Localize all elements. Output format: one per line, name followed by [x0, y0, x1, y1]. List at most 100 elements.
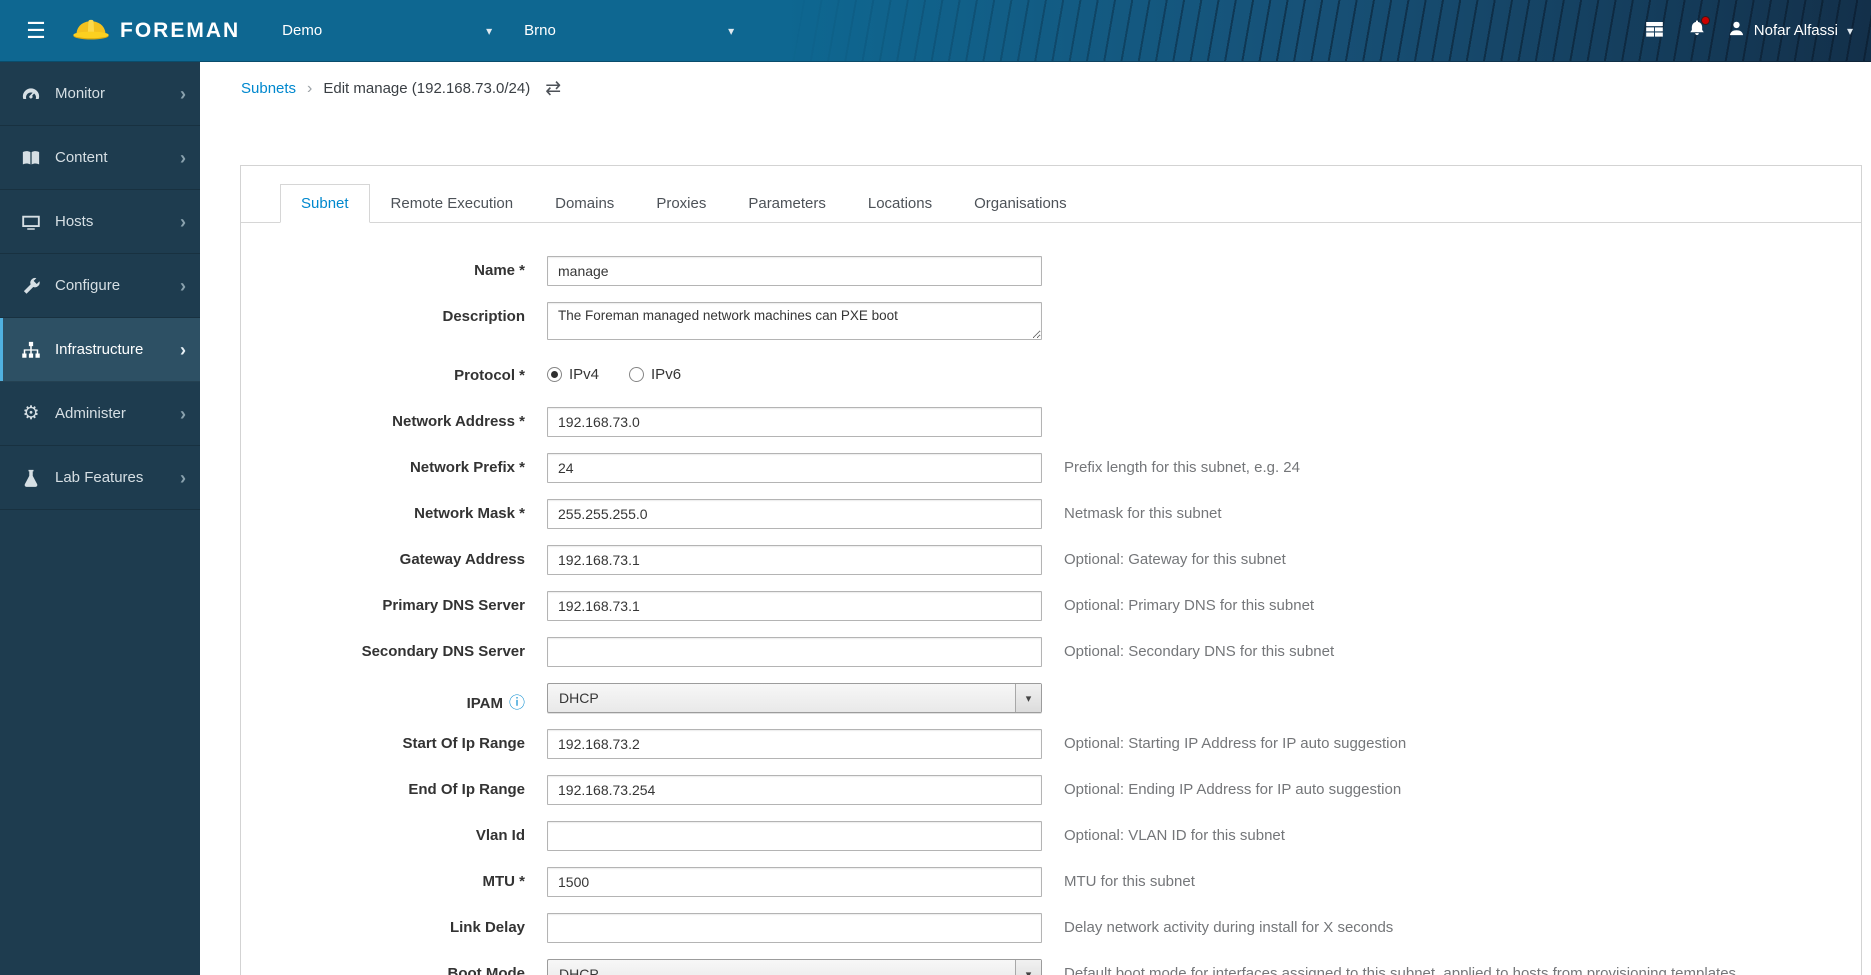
field-label: MTU *: [482, 873, 526, 890]
caret-down-icon: ▾: [1015, 684, 1041, 712]
sidebar-item-monitor[interactable]: Monitor ›: [0, 62, 200, 126]
form-row-link-delay: Link Delay Delay network activity during…: [241, 913, 1861, 943]
organization-switcher[interactable]: Demo ▾: [266, 0, 508, 62]
brand[interactable]: FOREMAN: [72, 15, 240, 47]
hamburger-icon: ☰: [26, 17, 46, 43]
breadcrumb-separator: ›: [307, 79, 313, 97]
sidebar-item-infrastructure[interactable]: Infrastructure ›: [0, 318, 200, 382]
mtu-input[interactable]: [547, 867, 1042, 897]
field-help: Delay network activity during install fo…: [1064, 919, 1394, 936]
primary-dns-input[interactable]: [547, 591, 1042, 621]
screen-icon: [18, 212, 44, 232]
field-label: Link Delay: [449, 919, 525, 936]
tab-remote-execution[interactable]: Remote Execution: [370, 184, 535, 223]
sidebar-item-content[interactable]: Content ›: [0, 126, 200, 190]
network-mask-input[interactable]: [547, 499, 1042, 529]
chevron-right-icon: ›: [180, 211, 186, 232]
field-label: End Of Ip Range: [408, 781, 525, 798]
user-menu[interactable]: Nofar Alfassi ▾: [1718, 0, 1871, 62]
tab-subnet[interactable]: Subnet: [280, 184, 370, 223]
secondary-dns-input[interactable]: [547, 637, 1042, 667]
field-help: Netmask for this subnet: [1064, 505, 1222, 522]
sidebar-item-hosts[interactable]: Hosts ›: [0, 190, 200, 254]
sidebar-item-lab-features[interactable]: Lab Features ›: [0, 446, 200, 510]
subnet-edit-panel: Subnet Remote Execution Domains Proxies …: [240, 165, 1862, 975]
breadcrumb-current-page: Edit manage (192.168.73.0/24): [323, 80, 531, 97]
foreman-hardhat-icon: [72, 15, 110, 47]
caret-down-icon: ▾: [728, 23, 735, 38]
form-row-gateway-address: Gateway Address Optional: Gateway for th…: [241, 545, 1861, 575]
field-label: Start Of Ip Range: [402, 735, 525, 752]
organization-label: Demo: [282, 22, 323, 39]
vlan-id-input[interactable]: [547, 821, 1042, 851]
form-row-start-ip-range: Start Of Ip Range Optional: Starting IP …: [241, 729, 1861, 759]
gear-icon: ⚙: [22, 403, 40, 424]
field-help: Optional: Primary DNS for this subnet: [1064, 597, 1315, 614]
sidebar-item-administer[interactable]: ⚙ Administer ›: [0, 382, 200, 446]
tab-locations[interactable]: Locations: [847, 184, 953, 223]
brand-name: FOREMAN: [120, 18, 241, 42]
name-input[interactable]: [547, 256, 1042, 286]
description-textarea[interactable]: The Foreman managed network machines can…: [547, 302, 1042, 340]
form-row-network-address: Network Address *: [241, 407, 1861, 437]
chevron-right-icon: ›: [180, 275, 186, 296]
field-label: Name *: [474, 262, 525, 279]
boot-mode-select[interactable]: DHCP ▾: [547, 959, 1042, 975]
form-row-vlan-id: Vlan Id Optional: VLAN ID for this subne…: [241, 821, 1861, 851]
notifications-button[interactable]: [1676, 0, 1718, 62]
tab-organisations[interactable]: Organisations: [953, 184, 1088, 223]
field-label: IPAM ⓘ: [241, 683, 525, 713]
field-help: Optional: Gateway for this subnet: [1064, 551, 1286, 568]
form-row-mtu: MTU * MTU for this subnet: [241, 867, 1861, 897]
network-prefix-input[interactable]: [547, 453, 1042, 483]
sidebar-item-configure[interactable]: Configure ›: [0, 254, 200, 318]
form-row-primary-dns: Primary DNS Server Optional: Primary DNS…: [241, 591, 1861, 621]
form-row-network-prefix: Network Prefix * Prefix length for this …: [241, 453, 1861, 483]
protocol-ipv6-radio[interactable]: IPv6: [629, 366, 681, 383]
field-help: Default boot mode for interfaces assigne…: [1064, 965, 1737, 975]
info-icon[interactable]: ⓘ: [509, 695, 525, 712]
switcher-icon[interactable]: ⇄: [545, 77, 561, 100]
end-ip-range-input[interactable]: [547, 775, 1042, 805]
location-switcher[interactable]: Brno ▾: [508, 0, 750, 62]
top-navbar: ☰ FOREMAN Demo ▾ Brno ▾ Nofar Alfassi ▾: [0, 0, 1871, 62]
flask-icon: [18, 468, 44, 488]
form-row-description: Description The Foreman managed network …: [241, 302, 1861, 345]
chevron-right-icon: ›: [180, 403, 186, 424]
form-row-ipam: IPAM ⓘ DHCP ▾: [241, 683, 1861, 713]
radio-label: IPv6: [651, 366, 682, 383]
breadcrumb-subnets-link[interactable]: Subnets: [241, 80, 296, 97]
form-row-protocol: Protocol * IPv4 IPv6: [241, 361, 1861, 391]
ipam-select[interactable]: DHCP ▾: [547, 683, 1042, 713]
sidebar-item-label: Administer: [55, 405, 126, 422]
form-row-secondary-dns: Secondary DNS Server Optional: Secondary…: [241, 637, 1861, 667]
menu-toggle-button[interactable]: ☰: [0, 0, 72, 62]
table-grid-icon: [1645, 19, 1664, 43]
field-help: MTU for this subnet: [1064, 873, 1195, 890]
field-label: Boot Mode: [447, 965, 525, 975]
field-label: Network Mask *: [414, 505, 525, 522]
wrench-icon: [18, 276, 44, 296]
breadcrumb: Subnets › Edit manage (192.168.73.0/24) …: [200, 62, 1871, 100]
sitemap-icon: [18, 340, 44, 360]
tab-proxies[interactable]: Proxies: [635, 184, 727, 223]
field-help: Prefix length for this subnet, e.g. 24: [1064, 459, 1300, 476]
field-label: Gateway Address: [399, 551, 525, 568]
select-value: DHCP: [559, 690, 599, 706]
network-address-input[interactable]: [547, 407, 1042, 437]
field-label: Primary DNS Server: [382, 597, 525, 614]
caret-down-icon: ▾: [486, 23, 493, 38]
tab-parameters[interactable]: Parameters: [727, 184, 847, 223]
link-delay-input[interactable]: [547, 913, 1042, 943]
tab-domains[interactable]: Domains: [534, 184, 635, 223]
gateway-address-input[interactable]: [547, 545, 1042, 575]
field-label: Description: [442, 308, 525, 325]
field-label: Protocol *: [454, 367, 525, 384]
radio-unchecked-icon: [629, 367, 645, 382]
start-ip-range-input[interactable]: [547, 729, 1042, 759]
protocol-ipv4-radio[interactable]: IPv4: [547, 366, 599, 383]
host-statuses-button[interactable]: [1634, 0, 1676, 62]
caret-down-icon: ▾: [1015, 960, 1041, 975]
chevron-right-icon: ›: [180, 467, 186, 488]
gauge-icon: [18, 84, 44, 104]
